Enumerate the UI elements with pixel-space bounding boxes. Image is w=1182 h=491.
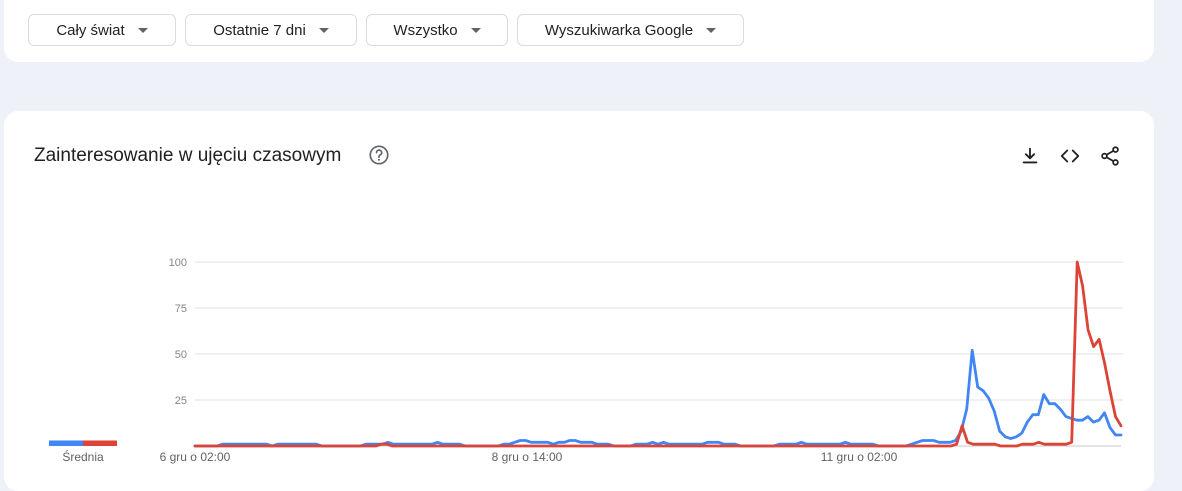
average-bar xyxy=(83,440,117,446)
y-tick-label: 50 xyxy=(175,349,187,361)
interest-chart: 25 50 75 100 Średnia 6 gru o 02:00 8 gru o 1… xyxy=(49,257,1123,464)
y-tick-label: 100 xyxy=(169,257,187,269)
series-line-0 xyxy=(193,348,1123,448)
average-bar xyxy=(49,440,83,446)
x-tick-label: 11 gru o 02:00 xyxy=(821,450,898,464)
x-tick-label: 8 gru o 14:00 xyxy=(492,450,563,464)
average-label: Średnia xyxy=(62,449,104,464)
y-tick-label: 75 xyxy=(175,303,187,315)
x-tick-label: 6 gru o 02:00 xyxy=(160,450,231,464)
y-tick-label: 25 xyxy=(175,395,187,407)
